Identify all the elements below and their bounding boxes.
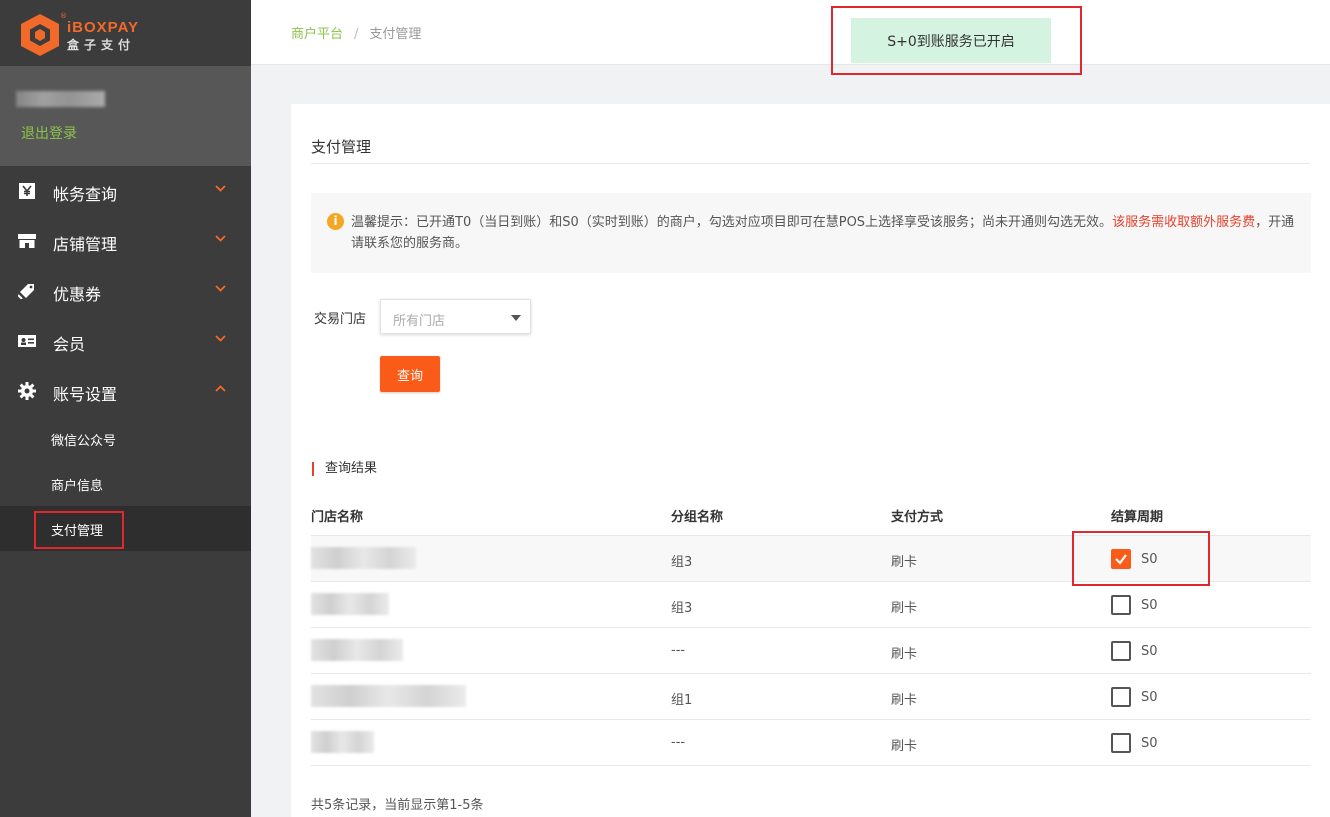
chevron-up-icon <box>215 385 226 392</box>
table-header: 门店名称 分组名称 支付方式 结算周期 <box>311 490 1311 536</box>
chevron-down-icon <box>215 285 226 292</box>
sidebar: ® iBOXPAY 盒子支付 退出登录 帐务查询 店铺管理 优惠券 会员 账号设… <box>0 0 251 817</box>
sub-item-merchant-info[interactable]: 商户信息 <box>0 461 251 506</box>
logo[interactable]: ® iBOXPAY 盒子支付 <box>0 0 251 66</box>
nav-item-accounts[interactable]: 帐务查询 <box>0 166 251 216</box>
s0-label: S0 <box>1141 644 1158 659</box>
store-select-value: 所有门店 <box>393 314 446 329</box>
sub-item-payment-management[interactable]: 支付管理 <box>0 506 251 551</box>
sub-item-wechat[interactable]: 微信公众号 <box>0 416 251 461</box>
table-row: 组3 刷卡 S0 <box>311 536 1311 582</box>
store-name-redacted <box>311 685 466 707</box>
sub-item-label: 微信公众号 <box>51 434 117 449</box>
gear-icon <box>18 382 36 400</box>
s0-label: S0 <box>1141 552 1158 567</box>
store-filter-label: 交易门店 <box>314 312 367 327</box>
logout-link[interactable]: 退出登录 <box>21 123 77 143</box>
table-row: --- 刷卡 S0 <box>311 720 1311 766</box>
pay-cell: 刷卡 <box>891 693 918 708</box>
coupon-icon <box>18 284 34 299</box>
breadcrumb-current: 支付管理 <box>369 27 422 42</box>
pay-cell: 刷卡 <box>891 555 918 570</box>
group-cell: --- <box>671 643 686 658</box>
nav-item-members[interactable]: 会员 <box>0 316 251 366</box>
table-row: 组3 刷卡 S0 <box>311 582 1311 628</box>
results-table: 门店名称 分组名称 支付方式 结算周期 组3 刷卡 S0 组3 刷卡 S0 --… <box>311 490 1311 766</box>
store-name-redacted <box>311 593 389 615</box>
member-card-icon <box>18 335 36 347</box>
query-button[interactable]: 查询 <box>380 356 440 392</box>
s0-checkbox[interactable] <box>1111 549 1131 569</box>
col-settlement: 结算周期 <box>1111 510 1164 525</box>
notice-box: i 温馨提示：已开通T0（当日到账）和S0（实时到账）的商户，勾选对应项目即可在… <box>311 193 1311 273</box>
result-title: 查询结果 <box>312 462 377 476</box>
pagination-summary: 共5条记录，当前显示第1-5条 <box>311 798 484 813</box>
nav-label: 账号设置 <box>53 385 118 404</box>
s0-label: S0 <box>1141 598 1158 613</box>
store-icon <box>18 234 36 248</box>
chevron-down-icon <box>215 235 226 242</box>
nav-item-coupons[interactable]: 优惠券 <box>0 266 251 316</box>
brand-name-en: iBOXPAY <box>67 19 140 36</box>
page-title: 支付管理 <box>311 138 372 156</box>
s0-label: S0 <box>1141 690 1158 705</box>
yen-icon <box>19 183 35 199</box>
store-name-redacted <box>311 547 416 569</box>
group-cell: 组3 <box>671 555 693 570</box>
user-name-redacted <box>16 91 105 107</box>
chevron-down-icon <box>215 335 226 342</box>
user-panel: 退出登录 <box>0 66 251 166</box>
chevron-down-icon <box>215 185 226 192</box>
group-cell: 组1 <box>671 693 693 708</box>
nav-item-stores[interactable]: 店铺管理 <box>0 216 251 266</box>
nav-label: 帐务查询 <box>53 185 118 204</box>
notice-text: 温馨提示：已开通T0（当日到账）和S0（实时到账）的商户，勾选对应项目即可在慧P… <box>351 212 1301 254</box>
col-pay-method: 支付方式 <box>891 510 944 525</box>
notice-main: 温馨提示：已开通T0（当日到账）和S0（实时到账）的商户，勾选对应项目即可在慧P… <box>351 215 1113 230</box>
breadcrumb: 商户平台 / 支付管理 <box>291 23 421 42</box>
caret-down-icon <box>511 315 521 321</box>
pay-cell: 刷卡 <box>891 739 918 754</box>
col-store-name: 门店名称 <box>311 510 364 525</box>
nav-item-account-settings[interactable]: 账号设置 <box>0 366 251 416</box>
brand-name-cn: 盒子支付 <box>67 38 136 52</box>
sub-item-label: 商户信息 <box>51 479 104 494</box>
info-icon: i <box>327 213 344 230</box>
s0-checkbox[interactable] <box>1111 641 1131 661</box>
s0-checkbox[interactable] <box>1111 687 1131 707</box>
main-panel: 支付管理 i 温馨提示：已开通T0（当日到账）和S0（实时到账）的商户，勾选对应… <box>291 104 1330 817</box>
s0-checkbox[interactable] <box>1111 733 1131 753</box>
divider <box>311 163 1310 164</box>
pay-cell: 刷卡 <box>891 647 918 662</box>
top-bar: 商户平台 / 支付管理 S+0到账服务已开启 <box>251 0 1330 65</box>
store-name-redacted <box>311 731 374 753</box>
success-toast: S+0到账服务已开启 <box>851 18 1051 63</box>
store-select[interactable]: 所有门店 <box>380 299 531 334</box>
check-icon <box>1115 554 1127 565</box>
nav-label: 会员 <box>53 335 86 354</box>
sub-item-label: 支付管理 <box>51 524 104 539</box>
breadcrumb-home[interactable]: 商户平台 <box>291 27 343 42</box>
nav-label: 店铺管理 <box>53 235 118 254</box>
s0-checkbox[interactable] <box>1111 595 1131 615</box>
nav-label: 优惠券 <box>53 285 102 304</box>
group-cell: 组3 <box>671 601 693 616</box>
registered-mark: ® <box>60 12 67 20</box>
table-row: --- 刷卡 S0 <box>311 628 1311 674</box>
group-cell: --- <box>671 735 686 750</box>
breadcrumb-separator: / <box>354 27 359 42</box>
notice-warning: 该服务需收取额外服务费 <box>1112 215 1256 230</box>
pay-cell: 刷卡 <box>891 601 918 616</box>
s0-label: S0 <box>1141 736 1158 751</box>
store-name-redacted <box>311 639 403 661</box>
iboxpay-logo-icon <box>21 14 59 56</box>
col-group-name: 分组名称 <box>671 510 724 525</box>
table-row: 组1 刷卡 S0 <box>311 674 1311 720</box>
